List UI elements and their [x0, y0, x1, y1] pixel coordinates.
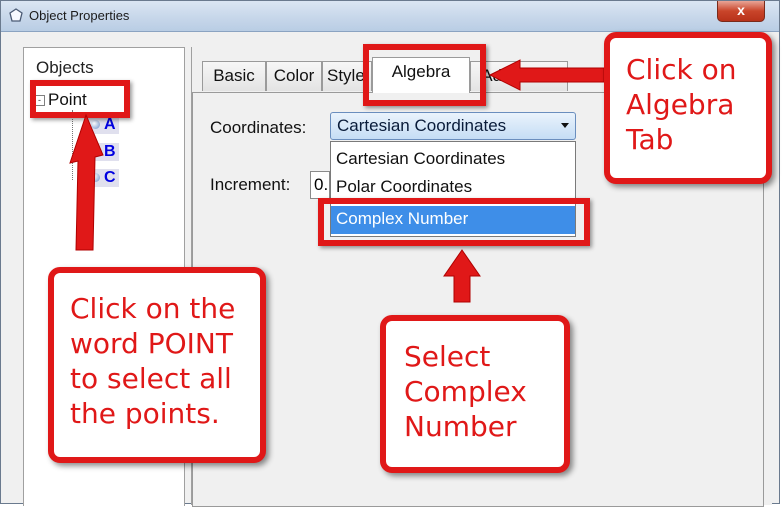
tree-item-c[interactable]: C: [88, 169, 119, 187]
tree-item-b[interactable]: B: [88, 143, 119, 161]
coordinates-label: Coordinates:: [210, 118, 307, 137]
object-properties-icon: [9, 8, 23, 22]
callout-line: the points.: [70, 397, 220, 430]
callout-line: Tab: [626, 123, 674, 156]
callout-algebra-tab: Click on Algebra Tab: [604, 32, 772, 184]
callout-complex-number: Select Complex Number: [380, 315, 570, 473]
coordinates-dropdown[interactable]: Cartesian Coordinates: [330, 112, 576, 140]
tree-item-a[interactable]: A: [88, 116, 119, 134]
increment-field[interactable]: 0.: [310, 171, 330, 199]
callout-line: to select all: [70, 362, 232, 395]
tree-item-label: C: [104, 169, 116, 186]
tree-item-label: B: [104, 143, 116, 160]
callout-line: Complex: [404, 375, 527, 408]
callout-line: Click on: [626, 53, 737, 86]
tree-connector-line: [72, 110, 74, 180]
objects-header: Objects: [36, 58, 94, 77]
callout-line: Select: [404, 340, 491, 373]
point-icon: [91, 147, 100, 156]
close-button[interactable]: x: [717, 1, 765, 22]
dropdown-arrow-icon[interactable]: [561, 123, 569, 128]
point-icon: [91, 120, 100, 129]
callout-line: Click on the: [70, 292, 236, 325]
option-cartesian-coordinates[interactable]: Cartesian Coordinates: [331, 146, 575, 174]
callout-line: Algebra: [626, 88, 735, 121]
highlight-complex-number: [318, 198, 590, 246]
point-icon: [91, 173, 100, 182]
increment-label: Increment:: [210, 175, 291, 194]
title-bar[interactable]: Object Properties x: [1, 1, 779, 32]
highlight-point-item: [30, 80, 130, 118]
tree-item-label: A: [104, 116, 116, 133]
tab-color[interactable]: Color: [266, 61, 322, 91]
tab-algebra[interactable]: Algebra: [372, 57, 470, 93]
callout-line: word POINT: [70, 327, 233, 360]
callout-line: Number: [404, 410, 517, 443]
callout-point: Click on the word POINT to select all th…: [48, 267, 266, 463]
tab-basic[interactable]: Basic: [202, 61, 266, 91]
coordinates-selected-value: Cartesian Coordinates: [337, 116, 507, 135]
window-title: Object Properties: [29, 8, 130, 23]
